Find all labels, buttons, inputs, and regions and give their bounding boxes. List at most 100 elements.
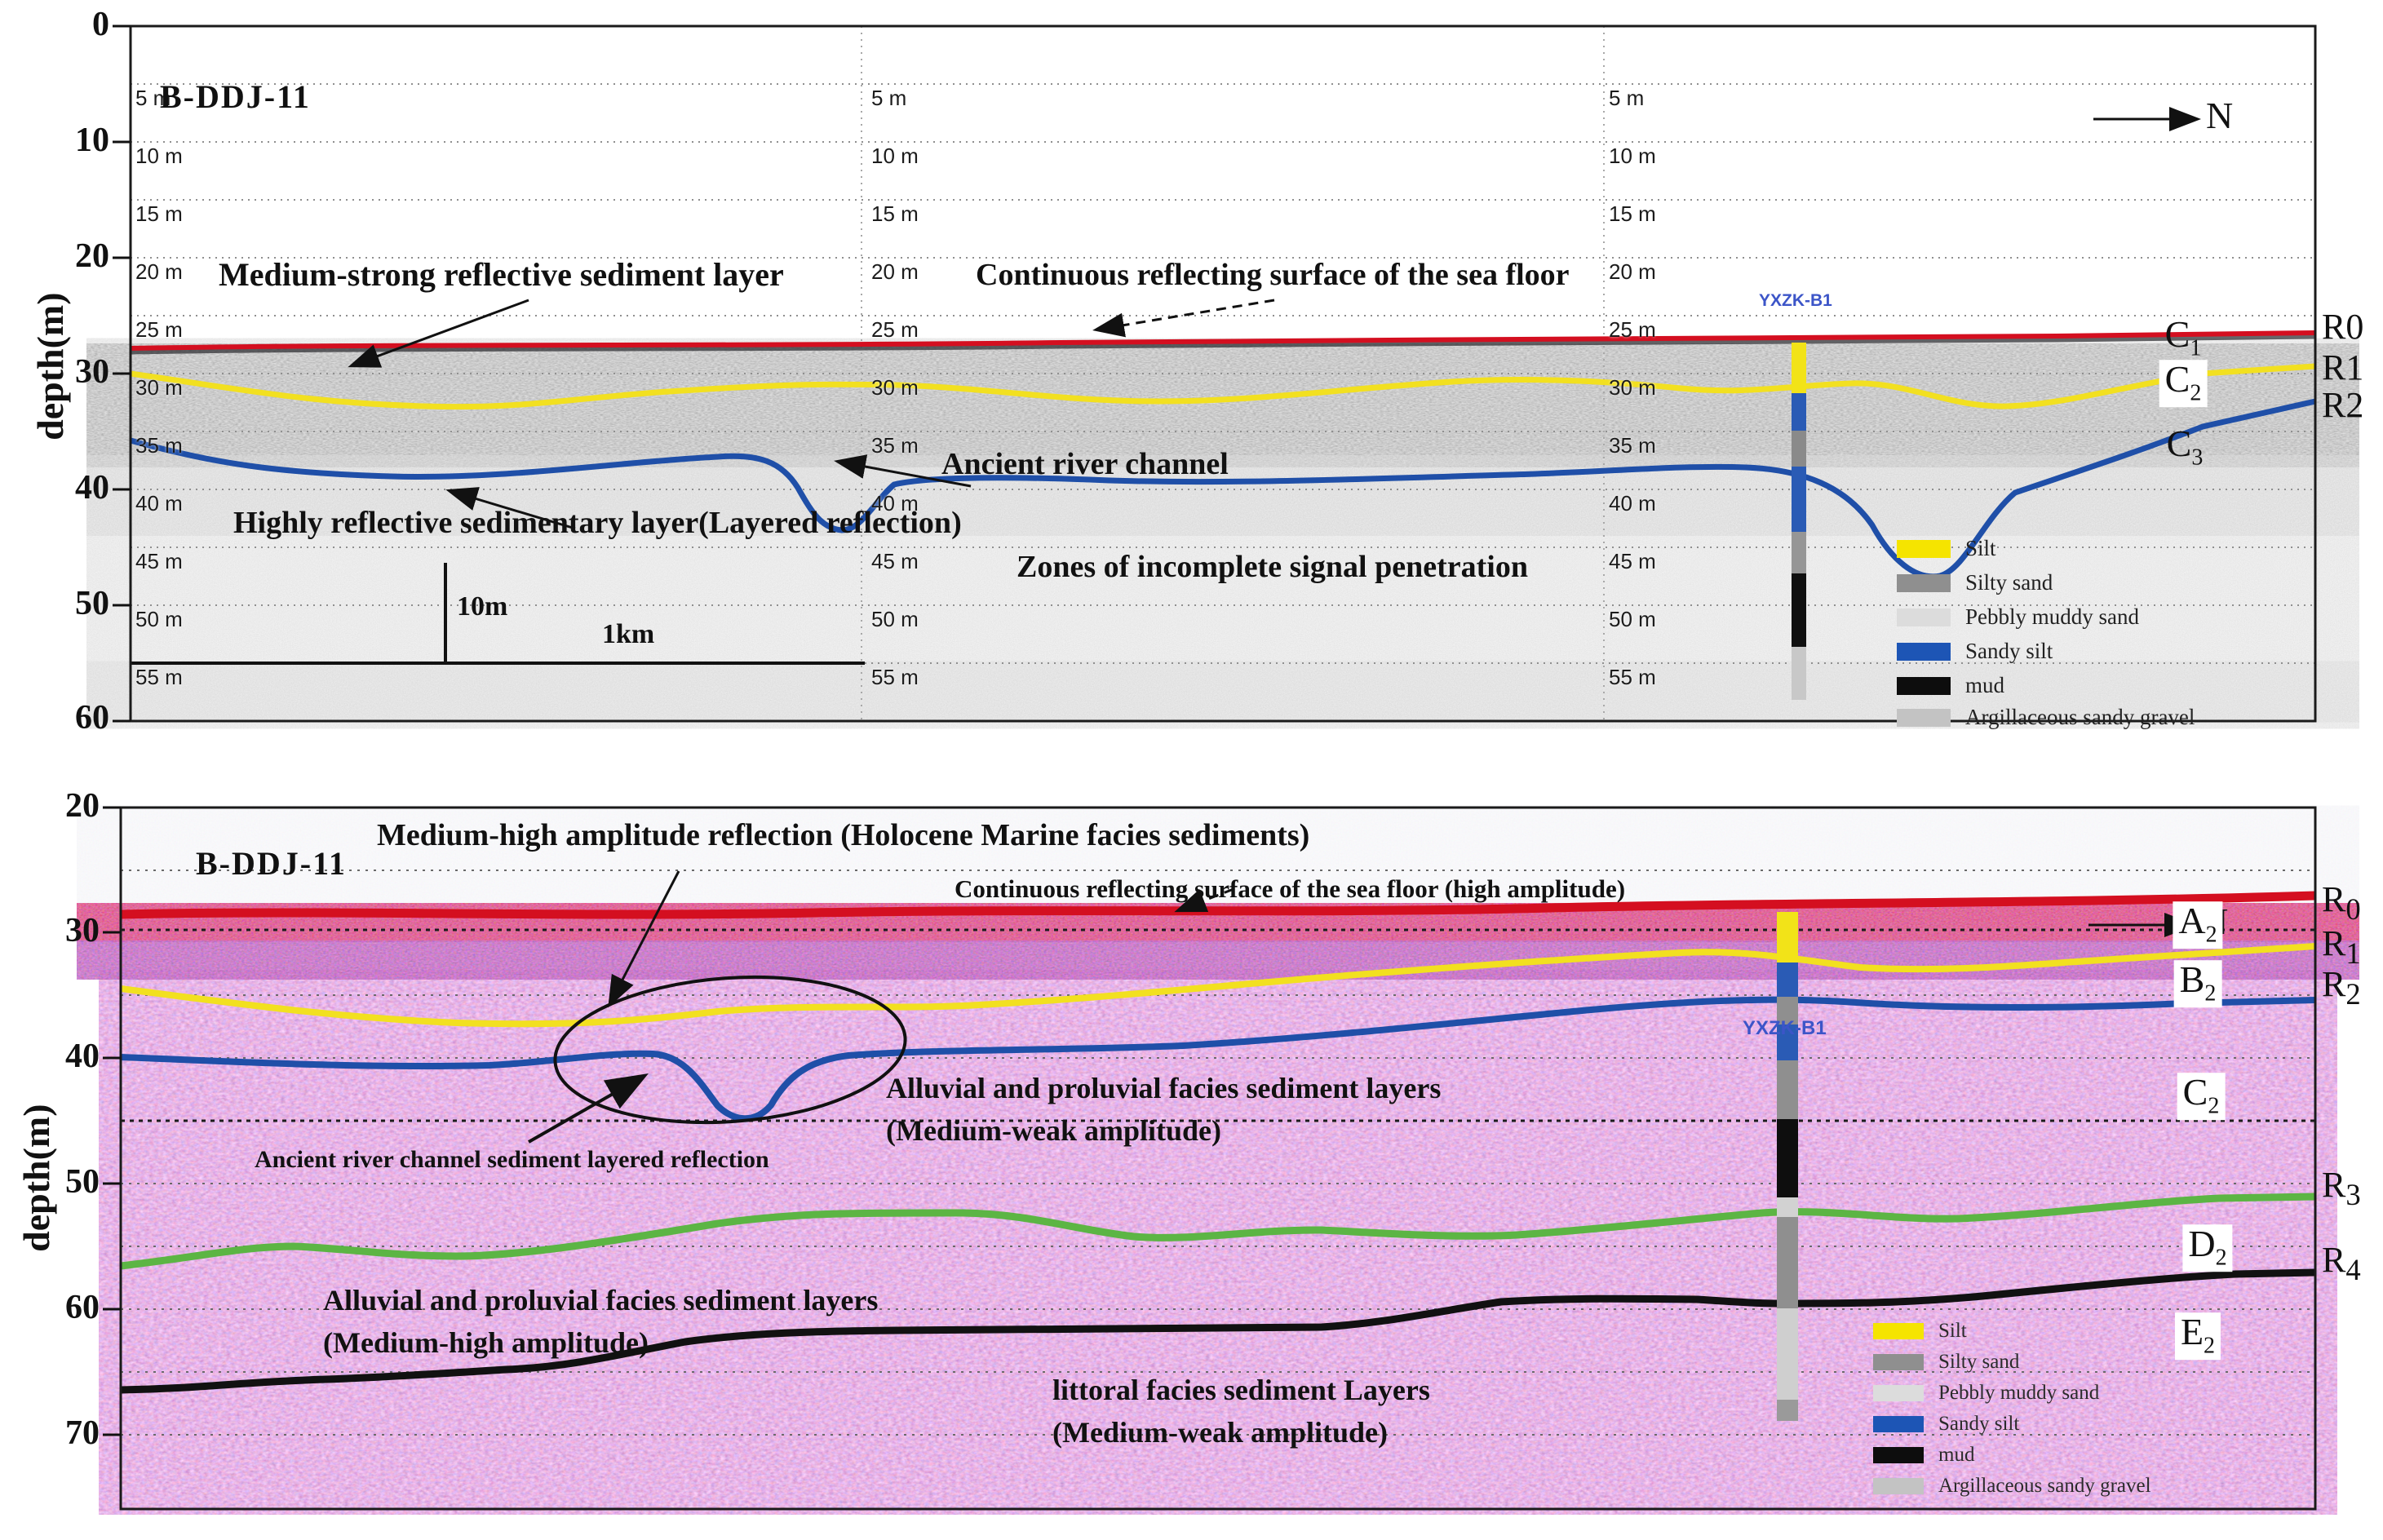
- legend-swatch: [1897, 574, 1951, 592]
- horizon-label-r2-bottom: R2: [2322, 966, 2361, 1010]
- bottom-tick-40: 40: [24, 1038, 100, 1074]
- legend-swatch: [1873, 1478, 1924, 1494]
- ann-littoral-line2: (Medium-weak amplitude): [1052, 1418, 1388, 1449]
- unit-subscript: 1: [2190, 335, 2201, 361]
- bottom-tick-70: 70: [24, 1415, 100, 1451]
- horizon-label-r0-bottom: R0: [2322, 881, 2361, 925]
- ann-continuous-bottom: Continuous reflecting surface of the sea…: [955, 876, 1625, 903]
- unit-letter: E: [2181, 1311, 2204, 1352]
- top-profile-title: B-DDJ-11: [160, 80, 311, 114]
- bottom-profile-title: B-DDJ-11: [196, 847, 347, 881]
- legend-label: Sandy silt: [1965, 639, 2053, 664]
- bottom-tick-50: 50: [24, 1164, 100, 1200]
- legend-label: Sandy silt: [1938, 1413, 2019, 1436]
- unit-subscript: 2: [2206, 922, 2217, 947]
- top-tick-50: 50: [34, 586, 109, 622]
- scale-vertical-label: 10m: [457, 592, 507, 622]
- depth-mark: 20 m: [1609, 261, 1656, 283]
- depth-mark: 15 m: [1609, 203, 1656, 225]
- depth-mark: 45 m: [135, 551, 183, 573]
- legend-item-pebbly: Pebbly muddy sand: [1897, 604, 2139, 630]
- legend-label: Silt: [1938, 1320, 1967, 1343]
- horizon-letter: R: [2322, 1165, 2345, 1205]
- horizon-label-r1-top: R1: [2322, 349, 2363, 387]
- bottom-axis-ticks: [103, 808, 121, 1435]
- unit-letter: A: [2178, 900, 2205, 941]
- unit-subscript: 2: [2204, 980, 2216, 1006]
- top-tick-0: 0: [34, 7, 109, 42]
- depth-mark: 35 m: [871, 435, 919, 457]
- legend-swatch: [1897, 643, 1951, 661]
- legend-swatch: [1897, 540, 1951, 558]
- bottom-tick-20: 20: [24, 788, 100, 824]
- legend-item-mud-bottom: mud: [1873, 1444, 1974, 1467]
- top-tick-30: 30: [34, 354, 109, 390]
- legend-item-argillaceous: Argillaceous sandy gravel: [1897, 705, 2195, 730]
- top-tick-10: 10: [34, 122, 109, 158]
- depth-mark: 15 m: [871, 203, 919, 225]
- bottom-subseafloor-band: [121, 941, 2315, 979]
- depth-mark: 5 m: [1609, 87, 1644, 109]
- depth-mark: 30 m: [1609, 377, 1656, 399]
- depth-mark: 25 m: [1609, 319, 1656, 341]
- depth-mark: 20 m: [871, 261, 919, 283]
- horizon-label-r2-top: R2: [2322, 387, 2363, 424]
- depth-mark: 35 m: [135, 435, 183, 457]
- unit-label-c3: C3: [2167, 424, 2204, 470]
- borehole-column-bottom: [1777, 912, 1798, 1421]
- scale-horizontal-label: 1km: [602, 620, 654, 649]
- legend-swatch: [1873, 1447, 1924, 1463]
- ann-zones: Zones of incomplete signal penetration: [1017, 551, 1528, 584]
- borehole-column-top: [1792, 343, 1806, 700]
- unit-subscript: 2: [2216, 1245, 2227, 1270]
- legend-item-sandy-silt-bottom: Sandy silt: [1873, 1413, 2019, 1436]
- legend-label: Silt: [1965, 536, 1996, 561]
- depth-mark: 45 m: [1609, 551, 1656, 573]
- legend-label: Argillaceous sandy gravel: [1938, 1475, 2151, 1498]
- legend-swatch: [1873, 1354, 1924, 1370]
- top-tick-40: 40: [34, 470, 109, 506]
- depth-mark: 25 m: [871, 319, 919, 341]
- unit-label-c2: C2: [2159, 360, 2208, 407]
- borehole-label-bottom: YXZK-B1: [1743, 1018, 1827, 1038]
- horizon-letter: R: [2322, 923, 2345, 963]
- unit-subscript: 2: [2208, 1093, 2219, 1118]
- unit-letter: B: [2180, 958, 2205, 1000]
- legend-label: mud: [1938, 1444, 1974, 1467]
- depth-mark: 50 m: [871, 608, 919, 631]
- horizon-letter: R: [2322, 964, 2345, 1004]
- unit-label-c1: C1: [2165, 315, 2202, 361]
- legend-label: Argillaceous sandy gravel: [1965, 705, 2195, 730]
- depth-mark: 45 m: [871, 551, 919, 573]
- legend-swatch: [1873, 1323, 1924, 1339]
- ann-ancient-top: Ancient river channel: [941, 449, 1229, 481]
- bottom-tick-60: 60: [24, 1290, 100, 1325]
- ann-medium-strong: Medium-strong reflective sediment layer: [219, 258, 784, 292]
- horizon-subscript: 3: [2345, 1178, 2360, 1211]
- unit-label-b2: B2: [2174, 960, 2222, 1007]
- horizon-subscript: 1: [2345, 936, 2360, 970]
- unit-letter: C: [2165, 313, 2190, 355]
- depth-mark: 25 m: [135, 319, 183, 341]
- legend-item-sandy-silt: Sandy silt: [1897, 639, 2053, 664]
- legend-label: mud: [1965, 673, 2004, 698]
- ann-continuous-top: Continuous reflecting surface of the sea…: [976, 259, 1570, 292]
- depth-mark: 30 m: [135, 377, 183, 399]
- legend-swatch: [1897, 608, 1951, 626]
- ann-alluvial-high-line1: Alluvial and proluvial facies sediment l…: [323, 1286, 878, 1317]
- legend-item-silt: Silt: [1897, 536, 1996, 561]
- legend-label: Silty sand: [1965, 570, 2053, 595]
- ann-alluvial-weak-line2: (Medium-weak amplitude): [886, 1116, 1221, 1147]
- bottom-tick-30: 30: [24, 913, 100, 949]
- north-label-top: N: [2206, 96, 2233, 135]
- legend-swatch: [1873, 1416, 1924, 1432]
- depth-mark: 5 m: [871, 87, 906, 109]
- unit-letter: D: [2188, 1223, 2215, 1264]
- horizon-label-r3-bottom: R3: [2322, 1166, 2361, 1210]
- legend-item-mud: mud: [1897, 673, 2004, 698]
- ann-littoral-line1: littoral facies sediment Layers: [1052, 1375, 1430, 1406]
- ann-alluvial-high-line2: (Medium-high amplitude): [323, 1328, 649, 1359]
- horizon-letter: R: [2322, 879, 2345, 919]
- depth-mark: 15 m: [135, 203, 183, 225]
- ann-highly-reflective: Highly reflective sedimentary layer(Laye…: [233, 507, 962, 540]
